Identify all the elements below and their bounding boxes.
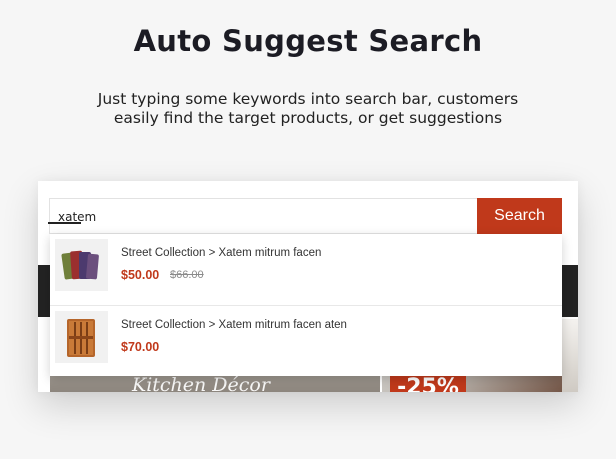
suggestion-item[interactable]: Street Collection > Xatem mitrum facen $… [50,234,562,305]
suggestion-price: $50.00 [121,268,160,282]
typed-text-underline [48,222,81,224]
search-input[interactable] [58,205,468,229]
search-button[interactable]: Search [477,198,562,234]
side-decoration [562,319,578,392]
suggestion-old-price: $66.00 [170,269,204,281]
suggestions-dropdown: Street Collection > Xatem mitrum facen $… [50,234,562,376]
suggestion-name[interactable]: Street Collection > Xatem mitrum facen [121,247,321,259]
knife-block-thumbnail-icon [55,311,108,363]
search-box[interactable] [49,198,479,234]
banner-text: Kitchen Décor [132,374,270,392]
suggestion-item[interactable]: Street Collection > Xatem mitrum facen a… [50,305,562,376]
page-title: Auto Suggest Search [133,24,483,58]
page-description: Just typing some keywords into search ba… [97,90,519,127]
suggestion-name[interactable]: Street Collection > Xatem mitrum facen a… [121,319,347,331]
search-demo-card: Kitchen Décor -25% Search Street Collect… [38,181,578,392]
cutting-boards-thumbnail-icon [55,239,108,291]
suggestion-price: $70.00 [121,340,160,354]
